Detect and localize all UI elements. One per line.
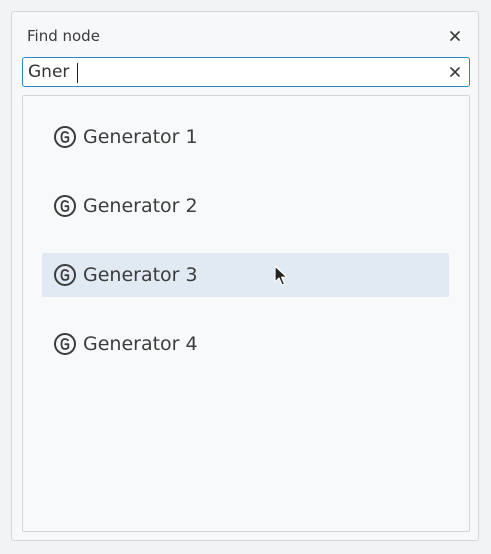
- search-box: [22, 57, 470, 87]
- mouse-pointer-icon: [274, 265, 288, 286]
- result-item-generator-1[interactable]: Generator 1: [42, 115, 449, 159]
- clear-search-button[interactable]: [445, 62, 465, 82]
- result-item-generator-3[interactable]: Generator 3: [42, 253, 449, 297]
- generator-icon: [53, 263, 77, 287]
- result-item-generator-4[interactable]: Generator 4: [42, 322, 449, 366]
- find-node-dialog: Find node Generator 1: [11, 11, 479, 541]
- result-label: Generator 4: [83, 333, 198, 355]
- results-list: Generator 1 Generator 2 Generator 3 Gene…: [22, 95, 470, 532]
- text-caret: [77, 63, 78, 83]
- result-label: Generator 1: [83, 126, 198, 148]
- result-label: Generator 3: [83, 264, 198, 286]
- dialog-title: Find node: [27, 27, 100, 45]
- generator-icon: [53, 332, 77, 356]
- close-icon: [450, 31, 460, 41]
- close-button[interactable]: [445, 26, 465, 46]
- generator-icon: [53, 194, 77, 218]
- clear-icon: [450, 67, 460, 77]
- generator-icon: [53, 125, 77, 149]
- result-item-generator-2[interactable]: Generator 2: [42, 184, 449, 228]
- result-label: Generator 2: [83, 195, 198, 217]
- search-input[interactable]: [28, 58, 433, 86]
